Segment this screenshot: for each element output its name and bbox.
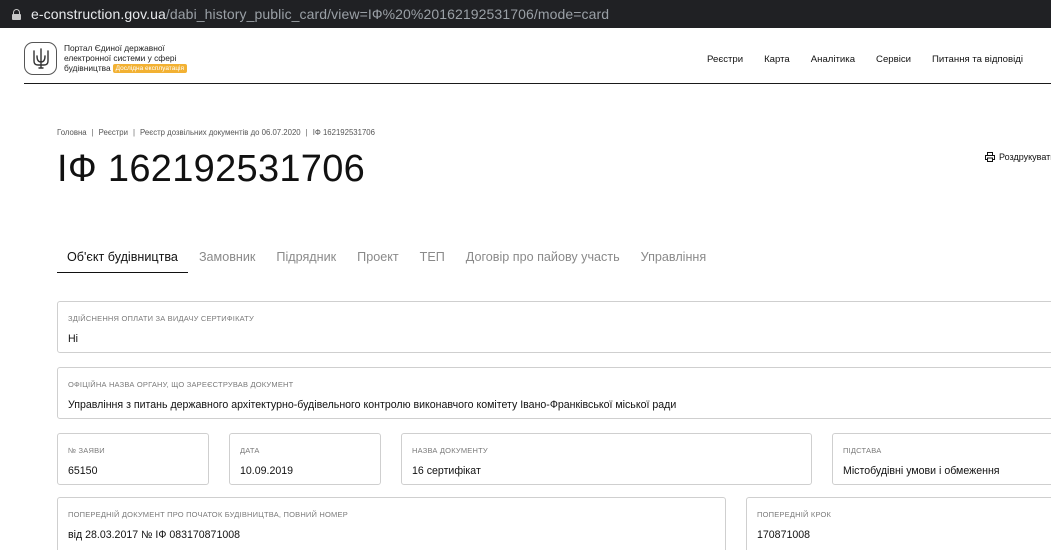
field-value: від 28.03.2017 № IФ 083170871008 — [68, 529, 241, 541]
field-basis: Підстава Містобудівні умови і обмеження — [832, 433, 1051, 485]
field-label: Здійснення оплати за видачу сертифікату — [68, 314, 254, 323]
url-text[interactable]: e-construction.gov.ua/dabi_history_publi… — [31, 6, 609, 22]
field-previous-document: Попередній документ про початок будівниц… — [57, 497, 726, 550]
breadcrumb-home[interactable]: Головна — [57, 128, 87, 137]
tab-contractor[interactable]: Підрядник — [266, 250, 346, 273]
field-label: Дата — [240, 446, 260, 455]
field-payment: Здійснення оплати за видачу сертифікату … — [57, 301, 1051, 353]
tab-management[interactable]: Управління — [631, 250, 717, 273]
url-path: /dabi_history_public_card/view=IФ%20%201… — [165, 6, 610, 22]
breadcrumb-separator: | — [91, 128, 94, 137]
field-value: Містобудівні умови і обмеження — [843, 465, 1000, 477]
breadcrumb-permits-registry[interactable]: Реєстр дозвільних документів до 06.07.20… — [140, 128, 301, 137]
field-application-number: № заяви 65150 — [57, 433, 209, 485]
breadcrumb-separator: | — [305, 128, 308, 137]
nav-faq[interactable]: Питання та відповіді — [932, 54, 1023, 65]
field-previous-step: Попередній крок 170871008 — [746, 497, 1051, 550]
field-label: Попередній документ про початок будівниц… — [68, 510, 348, 519]
nav-services[interactable]: Сервіси — [876, 54, 911, 65]
browser-address-bar[interactable]: e-construction.gov.ua/dabi_history_publi… — [0, 0, 1051, 28]
portal-name-line1: Портал Єдиної державної — [64, 43, 165, 53]
tab-tep[interactable]: ТЕП — [410, 250, 455, 273]
breadcrumb-current: IФ 162192531706 — [312, 128, 375, 137]
printer-icon — [985, 152, 995, 162]
field-label: Назва документу — [412, 446, 488, 455]
beta-badge: Дослідна експлуатація — [112, 64, 188, 73]
field-value: 16 сертифікат — [412, 465, 481, 477]
breadcrumb-separator: | — [133, 128, 136, 137]
field-document-name: Назва документу 16 сертифікат — [401, 433, 812, 485]
portal-name[interactable]: Портал Єдиної державної електронної сист… — [64, 43, 224, 73]
page-title: IФ 162192531706 — [57, 148, 366, 190]
site-header: Портал Єдиної державної електронної сист… — [24, 36, 1051, 84]
tab-project[interactable]: Проект — [347, 250, 408, 273]
nav-analytics[interactable]: Аналітика — [811, 54, 855, 65]
nav-map[interactable]: Карта — [764, 54, 790, 65]
tab-equity-agreement[interactable]: Договір про пайову участь — [456, 250, 630, 273]
lock-icon — [12, 8, 21, 20]
url-host: e-construction.gov.ua — [31, 6, 166, 22]
tab-bar: Об'єкт будівництва Замовник Підрядник Пр… — [57, 250, 717, 273]
field-label: Попередній крок — [757, 510, 832, 519]
field-value: 10.09.2019 — [240, 465, 294, 477]
tab-customer[interactable]: Замовник — [189, 250, 265, 273]
field-label: Підстава — [843, 446, 882, 455]
field-label: № заяви — [68, 446, 105, 455]
field-value: Управління з питань державного архітекту… — [68, 399, 677, 411]
tab-construction-object[interactable]: Об'єкт будівництва — [57, 250, 188, 273]
print-label: Роздрукувати — [999, 152, 1051, 162]
breadcrumb: Головна | Реєстри | Реєстр дозвільних до… — [57, 128, 375, 137]
print-button[interactable]: Роздрукувати — [985, 152, 1051, 162]
trident-logo-icon[interactable] — [24, 42, 57, 75]
field-value: 65150 — [68, 465, 98, 477]
field-authority: Офіційна назва органу, що зареєстрував д… — [57, 367, 1051, 419]
field-value: 170871008 — [757, 529, 811, 541]
nav-registries[interactable]: Реєстри — [707, 54, 743, 65]
field-date: Дата 10.09.2019 — [229, 433, 381, 485]
field-label: Офіційна назва органу, що зареєстрував д… — [68, 380, 294, 389]
breadcrumb-registries[interactable]: Реєстри — [99, 128, 128, 137]
field-value: Ні — [68, 333, 79, 345]
portal-name-line2: електронної системи у сфері — [64, 53, 177, 63]
main-nav: Реєстри Карта Аналітика Сервіси Питання … — [707, 54, 1044, 65]
portal-name-line3: будівництва — [64, 63, 111, 73]
